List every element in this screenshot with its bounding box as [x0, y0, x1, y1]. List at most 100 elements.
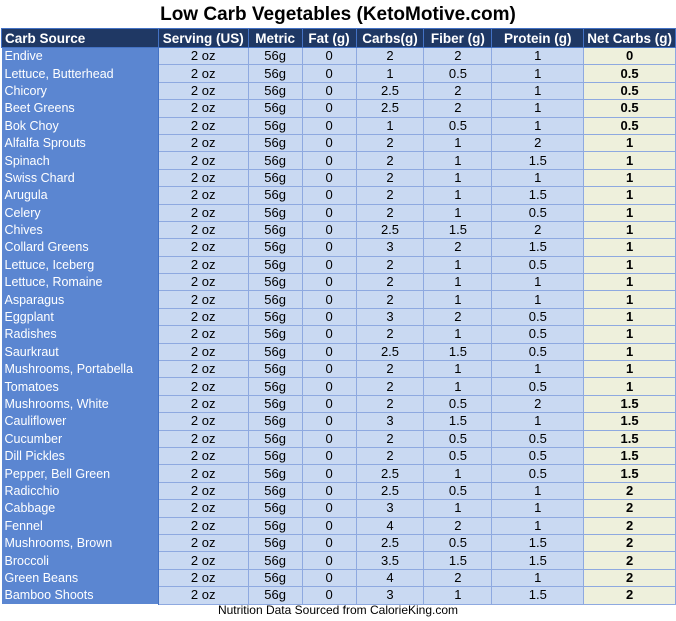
cell-carbs: 1 [355, 116, 425, 135]
table-row: Broccoli 2 oz 56g 0 3.5 1.5 1.5 2 [1, 551, 676, 570]
cell-fat: 0 [301, 394, 357, 414]
cell-protein: 1.5 [491, 186, 585, 205]
cell-carb-source: Broccoli [1, 551, 159, 570]
cell-carb-source: Bamboo Shoots [1, 586, 159, 604]
cell-protein: 1 [491, 64, 585, 83]
cell-fat: 0 [301, 133, 357, 153]
table-row: Radishes 2 oz 56g 0 2 1 0.5 1 [1, 325, 676, 344]
cell-net-carbs: 1 [583, 290, 676, 309]
cell-serving: 2 oz [157, 307, 249, 327]
table-row: Fennel 2 oz 56g 0 4 2 1 2 [1, 516, 676, 535]
column-header-carbs: Carbs(g) [355, 28, 425, 48]
table-row: Mushrooms, Brown 2 oz 56g 0 2.5 0.5 1.5 2 [1, 533, 676, 553]
cell-net-carbs: 2 [583, 516, 676, 535]
cell-serving: 2 oz [157, 446, 249, 466]
table-row: Arugula 2 oz 56g 0 2 1 1.5 1 [1, 186, 676, 205]
table-row: Dill Pickles 2 oz 56g 0 2 0.5 0.5 1.5 [1, 446, 676, 466]
cell-fat: 0 [301, 533, 357, 553]
cell-carbs: 2 [355, 290, 425, 309]
cell-serving: 2 oz [157, 481, 249, 501]
cell-carbs: 2.5 [355, 99, 425, 118]
cell-metric: 56g [247, 568, 303, 588]
table-row: Mushrooms, White 2 oz 56g 0 2 0.5 2 1.5 [1, 394, 676, 414]
cell-protein: 2 [491, 133, 585, 153]
cell-fiber: 1 [423, 273, 493, 292]
cell-carbs: 2 [355, 360, 425, 379]
cell-protein: 0.5 [491, 464, 585, 483]
cell-carb-source: Swiss Chard [1, 169, 159, 187]
table-row: Cauliflower 2 oz 56g 0 3 1.5 1 1.5 [1, 412, 676, 431]
cell-fiber: 2 [423, 307, 493, 327]
cell-net-carbs: 1.5 [583, 412, 676, 431]
cell-carb-source: Cauliflower [1, 412, 159, 431]
table-row: Endive 2 oz 56g 0 2 2 1 0 [1, 46, 676, 66]
cell-fat: 0 [301, 46, 357, 66]
cell-carb-source: Lettuce, Butterhead [1, 64, 159, 83]
table-row: Celery 2 oz 56g 0 2 1 0.5 1 [1, 203, 676, 222]
cell-carbs: 2 [355, 151, 425, 170]
cell-metric: 56g [247, 586, 303, 605]
cell-metric: 56g [247, 168, 303, 188]
cell-carb-source: Saurkraut [1, 343, 159, 361]
cell-metric: 56g [247, 238, 303, 257]
cell-fiber: 1.5 [423, 342, 493, 362]
cell-fiber: 2 [423, 81, 493, 101]
cell-carb-source: Alfalfa Sprouts [1, 134, 159, 152]
table-row: Mushrooms, Portabella 2 oz 56g 0 2 1 1 1 [1, 360, 676, 379]
cell-protein: 0.5 [491, 377, 585, 396]
cell-carb-source: Radishes [1, 325, 159, 344]
cell-carbs: 3 [355, 307, 425, 327]
cell-fat: 0 [301, 325, 357, 344]
cell-fat: 0 [301, 307, 357, 327]
cell-carb-source: Beet Greens [1, 99, 159, 118]
cell-metric: 56g [247, 64, 303, 83]
table-row: Collard Greens 2 oz 56g 0 3 2 1.5 1 [1, 238, 676, 257]
cell-carbs: 2 [355, 446, 425, 466]
cell-net-carbs: 1.5 [583, 394, 676, 414]
cell-fat: 0 [301, 116, 357, 135]
cell-protein: 1 [491, 499, 585, 518]
cell-serving: 2 oz [157, 151, 249, 170]
cell-carbs: 3 [355, 499, 425, 518]
cell-metric: 56g [247, 99, 303, 118]
cell-carbs: 2 [355, 168, 425, 188]
cell-serving: 2 oz [157, 203, 249, 222]
cell-metric: 56g [247, 481, 303, 501]
table-row: Saurkraut 2 oz 56g 0 2.5 1.5 0.5 1 [1, 342, 676, 362]
cell-fat: 0 [301, 464, 357, 483]
cell-fiber: 2 [423, 238, 493, 257]
cell-fat: 0 [301, 586, 357, 605]
cell-fat: 0 [301, 412, 357, 431]
cell-carb-source: Green Beans [1, 569, 159, 587]
cell-carbs: 3 [355, 586, 425, 605]
cell-fiber: 1 [423, 133, 493, 153]
cell-fat: 0 [301, 377, 357, 396]
cell-carb-source: Spinach [1, 151, 159, 170]
cell-metric: 56g [247, 116, 303, 135]
cell-serving: 2 oz [157, 568, 249, 588]
cell-serving: 2 oz [157, 551, 249, 570]
column-header-carb-source: Carb Source [1, 28, 159, 48]
column-header-net-carbs: Net Carbs (g) [583, 28, 676, 48]
cell-protein: 1 [491, 168, 585, 188]
cell-carb-source: Endive [1, 47, 159, 65]
cell-carb-source: Eggplant [1, 308, 159, 326]
cell-carb-source: Chicory [1, 82, 159, 100]
cell-protein: 0.5 [491, 255, 585, 275]
cell-fiber: 0.5 [423, 394, 493, 414]
cell-carb-source: Arugula [1, 186, 159, 205]
cell-serving: 2 oz [157, 116, 249, 135]
cell-metric: 56g [247, 290, 303, 309]
cell-serving: 2 oz [157, 255, 249, 275]
cell-serving: 2 oz [157, 99, 249, 118]
cell-carb-source: Asparagus [1, 290, 159, 309]
cell-fiber: 0.5 [423, 116, 493, 135]
cell-metric: 56g [247, 307, 303, 327]
cell-carb-source: Dill Pickles [1, 447, 159, 465]
cell-fat: 0 [301, 342, 357, 362]
cell-protein: 1.5 [491, 533, 585, 553]
cell-metric: 56g [247, 394, 303, 414]
cell-fiber: 2 [423, 46, 493, 66]
cell-metric: 56g [247, 46, 303, 66]
cell-fiber: 1 [423, 255, 493, 275]
